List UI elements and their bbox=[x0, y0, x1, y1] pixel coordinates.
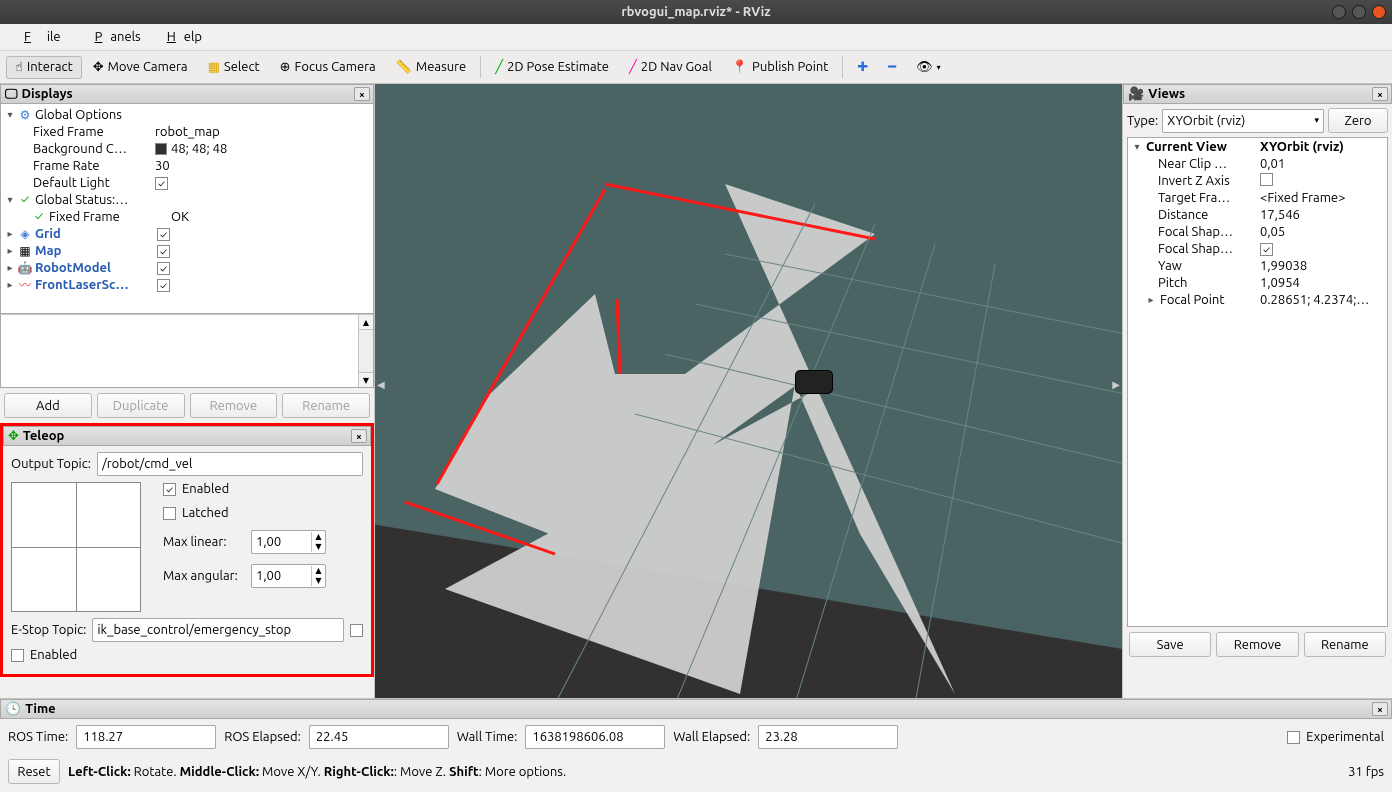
viewport-right-arrow-icon[interactable]: ▶ bbox=[1112, 379, 1120, 391]
gear-icon: ⚙ bbox=[17, 108, 33, 122]
views-tree[interactable]: ▾Current ViewXYOrbit (rviz) Near Clip …0… bbox=[1127, 137, 1388, 627]
displays-tree[interactable]: ▾⚙Global Options Fixed Framerobot_map Ba… bbox=[0, 104, 374, 314]
default-light-checkbox[interactable]: ✓ bbox=[155, 177, 168, 190]
select-icon: ▦ bbox=[208, 60, 220, 75]
remove-button[interactable]: Remove bbox=[190, 393, 278, 418]
zero-button[interactable]: Zero bbox=[1328, 108, 1388, 133]
interaction-hint: Left-Click: Rotate. Middle-Click: Move X… bbox=[68, 765, 566, 779]
grid-icon: ◈ bbox=[17, 227, 33, 241]
minus-icon: ━ bbox=[888, 60, 896, 75]
ros-time-field: 118.27 bbox=[76, 725, 216, 749]
output-topic-input[interactable] bbox=[97, 452, 363, 476]
close-icon[interactable] bbox=[1372, 5, 1386, 19]
displays-icon: 🖵 bbox=[5, 87, 18, 102]
fps-label: 31 fps bbox=[1348, 765, 1384, 779]
displays-close-button[interactable]: × bbox=[354, 87, 370, 101]
menu-help[interactable]: Help bbox=[151, 28, 210, 46]
maximize-icon[interactable] bbox=[1352, 5, 1366, 19]
move-camera-button[interactable]: ✥Move Camera bbox=[84, 56, 197, 79]
move-icon: ✥ bbox=[93, 60, 104, 75]
minimize-icon[interactable] bbox=[1332, 5, 1346, 19]
teleop-panel: ✥ Teleop × Output Topic: ✓Enabled Latche… bbox=[0, 423, 374, 677]
views-rename-button[interactable]: Rename bbox=[1304, 632, 1386, 657]
color-swatch bbox=[155, 143, 167, 155]
measure-button[interactable]: 📏Measure bbox=[387, 56, 476, 79]
ros-elapsed-field: 22.45 bbox=[309, 725, 449, 749]
grid-checkbox[interactable]: ✓ bbox=[157, 228, 170, 241]
max-angular-stepper[interactable]: 1,00▲▼ bbox=[251, 564, 326, 588]
menubar: File Panels Help bbox=[0, 24, 1392, 51]
scrollbar[interactable]: ▲ ▼ bbox=[358, 315, 373, 387]
arrow-green-icon: ╱ bbox=[495, 60, 503, 75]
wall-elapsed-field: 23.28 bbox=[758, 725, 898, 749]
robot-icon: 🤖 bbox=[17, 261, 33, 275]
duplicate-button[interactable]: Duplicate bbox=[97, 393, 185, 418]
ruler-icon: 📏 bbox=[396, 60, 412, 75]
add-button[interactable]: Add bbox=[4, 393, 92, 418]
eye-icon: 👁 bbox=[916, 60, 933, 75]
pose-estimate-button[interactable]: ╱2D Pose Estimate bbox=[486, 56, 618, 79]
teleop-joystick[interactable] bbox=[11, 482, 141, 612]
focus-camera-button[interactable]: ⊕Focus Camera bbox=[271, 56, 385, 79]
window-titlebar: rbvogui_map.rviz* - RViz bbox=[0, 0, 1392, 24]
laser-icon: 〰 bbox=[17, 276, 33, 293]
teleop-enabled-checkbox[interactable]: ✓ bbox=[163, 483, 176, 496]
rename-button[interactable]: Rename bbox=[282, 393, 370, 418]
views-panel-header[interactable]: 🎥 Views × bbox=[1123, 84, 1392, 104]
select-button[interactable]: ▦Select bbox=[199, 56, 269, 79]
toolbar: ☝Interact ✥Move Camera ▦Select ⊕Focus Ca… bbox=[0, 51, 1392, 84]
max-linear-stepper[interactable]: 1,00▲▼ bbox=[251, 530, 326, 554]
focal-shape-fixed-checkbox[interactable]: ✓ bbox=[1260, 243, 1273, 256]
arrow-pink-icon: ╱ bbox=[629, 60, 637, 75]
menu-file[interactable]: File bbox=[8, 28, 77, 46]
displays-description: ▲ ▼ bbox=[0, 314, 374, 388]
menu-panels[interactable]: Panels bbox=[79, 28, 149, 46]
check-icon: ✓ bbox=[31, 210, 47, 223]
laser-checkbox[interactable]: ✓ bbox=[157, 279, 170, 292]
plus-icon: ✚ bbox=[857, 60, 868, 75]
scroll-up-icon[interactable]: ▲ bbox=[359, 315, 373, 330]
robot-model bbox=[795, 370, 833, 394]
displays-panel-header[interactable]: 🖵 Displays × bbox=[0, 84, 374, 104]
add-tool-button[interactable]: ✚ bbox=[848, 56, 877, 79]
map-icon: ▦ bbox=[17, 244, 33, 258]
time-panel-header[interactable]: 🕓 Time × bbox=[0, 699, 1392, 719]
estop-enabled-checkbox[interactable] bbox=[11, 649, 24, 662]
3d-viewport[interactable]: ◀ ▶ bbox=[375, 84, 1122, 698]
publish-point-button[interactable]: 📍Publish Point bbox=[723, 56, 838, 79]
nav-goal-button[interactable]: ╱2D Nav Goal bbox=[620, 56, 721, 79]
remove-tool-button[interactable]: ━ bbox=[879, 56, 905, 79]
check-icon: ✓ bbox=[17, 193, 33, 206]
clock-icon: 🕓 bbox=[5, 702, 21, 717]
interact-button[interactable]: ☝Interact bbox=[6, 56, 82, 79]
tool-properties-button[interactable]: 👁▾ bbox=[907, 56, 950, 79]
time-close-button[interactable]: × bbox=[1372, 702, 1388, 716]
estop-topic-checkbox[interactable] bbox=[350, 624, 363, 637]
teleop-panel-header[interactable]: ✥ Teleop × bbox=[3, 426, 371, 446]
teleop-latched-checkbox[interactable] bbox=[163, 507, 176, 520]
pin-icon: 📍 bbox=[732, 60, 748, 75]
teleop-icon: ✥ bbox=[8, 429, 19, 444]
experimental-checkbox[interactable] bbox=[1287, 731, 1300, 744]
wall-time-field: 1638198606.08 bbox=[525, 725, 665, 749]
robotmodel-checkbox[interactable]: ✓ bbox=[157, 262, 170, 275]
views-save-button[interactable]: Save bbox=[1129, 632, 1211, 657]
reset-button[interactable]: Reset bbox=[8, 759, 60, 784]
window-title: rbvogui_map.rviz* - RViz bbox=[621, 5, 770, 19]
invert-z-checkbox[interactable] bbox=[1260, 173, 1273, 186]
scroll-down-icon[interactable]: ▼ bbox=[359, 372, 373, 387]
views-close-button[interactable]: × bbox=[1372, 87, 1388, 101]
hand-icon: ☝ bbox=[15, 60, 23, 75]
estop-topic-label: E-Stop Topic: bbox=[11, 623, 86, 637]
focus-icon: ⊕ bbox=[280, 60, 291, 75]
views-remove-button[interactable]: Remove bbox=[1216, 632, 1298, 657]
estop-topic-input[interactable] bbox=[92, 618, 344, 642]
camera-icon: 🎥 bbox=[1128, 87, 1144, 102]
map-checkbox[interactable]: ✓ bbox=[157, 245, 170, 258]
view-type-select[interactable]: XYOrbit (rviz)▾ bbox=[1162, 109, 1324, 133]
output-topic-label: Output Topic: bbox=[11, 457, 91, 471]
map-visualization bbox=[375, 84, 1122, 698]
viewport-left-arrow-icon[interactable]: ◀ bbox=[377, 379, 385, 391]
teleop-close-button[interactable]: × bbox=[351, 429, 367, 443]
